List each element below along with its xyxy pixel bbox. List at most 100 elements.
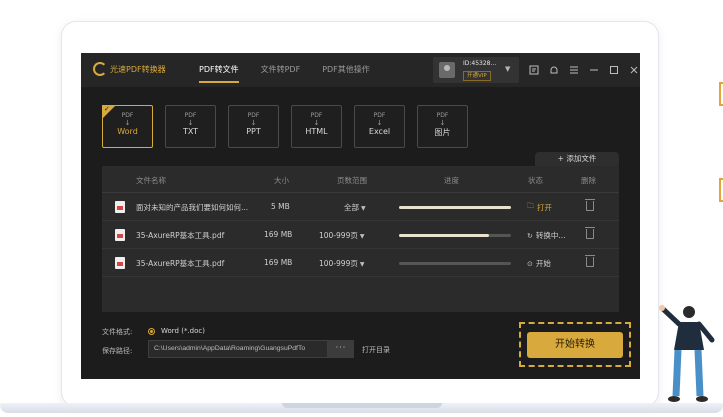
table-header: 文件名称 大小 页数范围 进度 状态 删除	[102, 166, 619, 193]
progress-bar	[399, 262, 511, 265]
open-button[interactable]: 🗀 打开	[527, 202, 552, 213]
pdf-file-icon	[115, 201, 125, 213]
format-txt[interactable]: PDF ↓ TXT	[165, 105, 216, 148]
caret-down-icon: ▼	[361, 205, 366, 212]
converter-app-window: 光速PDF转换器 PDF转文件 文件转PDF PDF其他操作 ID:45328.…	[81, 53, 640, 379]
folder-icon: 🗀	[527, 202, 534, 210]
notification-icon[interactable]	[547, 63, 561, 77]
user-id: ID:45328...	[463, 60, 497, 67]
format-label: 文件格式:	[102, 328, 133, 336]
decor-bracket-bottom	[719, 178, 723, 202]
table-row: 35-AxureRP基本工具.pdf 169 MB 100-999页 ▼ ↻ 转换中…	[102, 221, 619, 249]
arrow-down-icon: ↓	[187, 119, 194, 127]
arrow-down-icon: ↓	[439, 119, 446, 127]
format-source: PDF	[436, 112, 449, 119]
titlebar: 光速PDF转换器 PDF转文件 文件转PDF PDF其他操作 ID:45328.…	[81, 53, 640, 87]
tab-pdf-other[interactable]: PDF其他操作	[322, 53, 370, 87]
arrow-down-icon: ↓	[250, 119, 257, 127]
feedback-icon[interactable]	[527, 63, 541, 77]
app-logo: 光速PDF转换器	[93, 62, 166, 76]
trash-icon[interactable]	[585, 199, 595, 211]
progress-fill	[399, 234, 489, 237]
col-delete: 删除	[581, 176, 596, 185]
close-icon[interactable]	[627, 63, 640, 77]
browse-button[interactable]: ···	[328, 340, 354, 358]
format-target: TXT	[182, 127, 199, 136]
pdf-file-icon	[115, 229, 125, 241]
main-nav: PDF转文件 文件转PDF PDF其他操作	[199, 53, 392, 87]
page-range-select[interactable]: 100-999页 ▼	[319, 230, 364, 241]
format-target: HTML	[305, 127, 328, 136]
format-excel[interactable]: PDF ↓ Excel	[354, 105, 405, 148]
arrow-down-icon: ↓	[124, 119, 131, 127]
app-name: 光速PDF转换器	[110, 64, 166, 74]
progress-bar	[399, 206, 511, 209]
converting-icon: ↻	[527, 231, 533, 240]
file-size: 169 MB	[264, 230, 293, 239]
page-range-select[interactable]: 100-999页 ▼	[319, 258, 364, 269]
status-label: 开始	[535, 259, 551, 268]
decor-bracket-top	[719, 82, 723, 106]
file-list-panel: 文件名称 大小 页数范围 进度 状态 删除 面对未知的产品我们要如何如何... …	[102, 166, 619, 312]
table-row: 面对未知的产品我们要如何如何... 5 MB 全部 ▼ 🗀 打开	[102, 193, 619, 221]
file-name: 35-AxureRP基本工具.pdf	[136, 231, 225, 240]
progress-fill	[399, 206, 511, 209]
col-name: 文件名称	[136, 176, 166, 185]
person-illustration	[659, 305, 715, 402]
page-range-value: 100-999页	[319, 259, 358, 268]
play-icon: ⊙	[527, 259, 533, 268]
start-highlight-frame: 开始转换	[519, 322, 631, 367]
page-range-value: 全部	[344, 203, 359, 212]
avatar	[439, 62, 455, 78]
page-range-select[interactable]: 全部 ▼	[344, 202, 366, 213]
logo-icon	[93, 62, 107, 76]
col-progress: 进度	[444, 176, 459, 185]
minimize-icon[interactable]	[587, 63, 601, 77]
file-size: 5 MB	[271, 202, 290, 211]
format-source: PDF	[373, 112, 386, 119]
tab-pdf-to-file[interactable]: PDF转文件	[199, 53, 239, 87]
arrow-down-icon: ↓	[376, 119, 383, 127]
format-target: Excel	[368, 127, 391, 136]
col-pages: 页数范围	[337, 176, 367, 185]
format-radio[interactable]	[148, 328, 155, 335]
chevron-down-icon[interactable]: ▼	[505, 65, 510, 73]
file-size: 169 MB	[264, 258, 293, 267]
open-directory-link[interactable]: 打开目录	[362, 345, 390, 355]
format-source: PDF	[184, 112, 197, 119]
format-target: 图片	[434, 128, 451, 137]
format-target: PPT	[246, 127, 261, 136]
format-value[interactable]: Word (*.doc)	[161, 327, 205, 335]
format-html[interactable]: PDF ↓ HTML	[291, 105, 342, 148]
format-target: Word	[117, 127, 138, 136]
menu-icon[interactable]	[567, 63, 581, 77]
save-path-input[interactable]: C:\Users\admin\AppData\Roaming\GuangsuPd…	[148, 340, 328, 358]
trash-icon[interactable]	[585, 227, 595, 239]
add-file-button[interactable]: + 添加文件	[535, 152, 619, 166]
tab-file-to-pdf[interactable]: 文件转PDF	[261, 53, 301, 87]
format-source: PDF	[247, 112, 260, 119]
status-label: 打开	[537, 203, 552, 212]
format-source: PDF	[310, 112, 323, 119]
col-status: 状态	[528, 176, 543, 185]
format-word[interactable]: ✓ PDF ↓ Word	[102, 105, 153, 148]
format-selector: ✓ PDF ↓ Word PDF ↓ TXT PDF ↓ PPT PDF ↓ H…	[102, 105, 480, 148]
maximize-icon[interactable]	[607, 63, 621, 77]
format-image[interactable]: PDF ↓ 图片	[417, 105, 468, 148]
file-name: 35-AxureRP基本工具.pdf	[136, 259, 225, 268]
col-size: 大小	[274, 176, 289, 185]
pdf-file-icon	[115, 257, 125, 269]
caret-down-icon: ▼	[359, 261, 365, 268]
start-row-button[interactable]: ⊙ 开始	[527, 258, 551, 269]
start-convert-button[interactable]: 开始转换	[527, 332, 623, 358]
trash-icon[interactable]	[585, 255, 595, 267]
status-label: 转换中...	[535, 231, 566, 240]
file-name: 面对未知的产品我们要如何如何...	[136, 203, 249, 212]
table-row: 35-AxureRP基本工具.pdf 169 MB 100-999页 ▼ ⊙ 开始	[102, 249, 619, 277]
check-icon: ✓	[104, 105, 110, 113]
format-ppt[interactable]: PDF ↓ PPT	[228, 105, 279, 148]
save-path-label: 保存路径:	[102, 347, 133, 355]
arrow-down-icon: ↓	[313, 119, 320, 127]
open-vip-button[interactable]: 开通VIP	[463, 71, 491, 81]
laptop-notch	[282, 403, 442, 408]
